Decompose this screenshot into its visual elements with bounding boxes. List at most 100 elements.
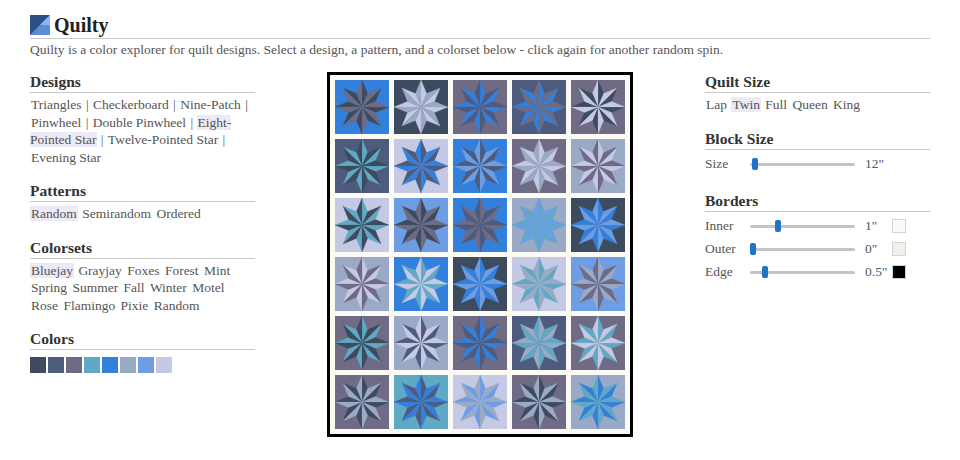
quilt-size-section: Quilt SizeLap Twin Full Queen King [705,72,930,114]
colorset-item[interactable]: Summer [71,280,119,295]
border-color-swatch[interactable] [892,242,906,256]
borders-heading: Borders [705,191,930,212]
colorset-item[interactable]: Motel [191,280,225,295]
slider-thumb[interactable] [775,220,781,232]
colorset-item[interactable]: Rose [30,298,59,313]
slider-track [750,163,855,166]
color-swatch [120,357,136,373]
quilt-size-item[interactable]: Queen [791,97,828,112]
slider-label: Inner [705,216,750,236]
quilt-block [394,139,448,193]
design-list: Triangles | Checkerboard | Nine-Patch | … [30,96,255,166]
left-panel: DesignsTriangles | Checkerboard | Nine-P… [30,72,255,437]
quilt-size-list: Lap Twin Full Queen King [705,96,930,114]
design-item[interactable]: Evening Star [30,150,102,165]
quilt-block [571,139,625,193]
slider-reading: 0.5" [865,262,892,282]
quilt-block [335,198,389,252]
pattern-list: Random Semirandom Ordered [30,205,255,223]
slider-reading: 12" [865,154,892,174]
design-item[interactable]: Double Pinwheel [92,115,187,130]
description: Quilty is a color explorer for quilt des… [30,42,930,58]
colorset-item[interactable]: Winter [149,280,188,295]
slider-thumb[interactable] [750,243,756,255]
quilt-block [512,257,566,311]
design-item[interactable]: Checkerboard [92,97,170,112]
quilt-block [571,80,625,134]
quilt-block [394,80,448,134]
quilt-block [394,375,448,429]
slider-thumb[interactable] [762,266,768,278]
colorset-item[interactable]: Grayjay [77,263,122,278]
design-item[interactable]: Triangles [30,97,83,112]
design-item[interactable]: Pinwheel [30,115,82,130]
colorset-item[interactable]: Fall [123,280,146,295]
border-row: Inner 1" [705,215,930,238]
color-swatches [30,353,255,373]
color-swatch [102,357,118,373]
separator: | [223,132,226,147]
separator: | [86,97,89,112]
slider[interactable] [750,265,855,279]
colorset-item[interactable]: Foxes [126,263,160,278]
quilt-block [394,198,448,252]
separator: | [86,115,89,130]
border-row: Outer0" [705,238,930,261]
slider-track [750,225,855,228]
quilt-block [512,198,566,252]
colorset-item[interactable]: Forest [164,263,200,278]
quilt-block [453,139,507,193]
colorset-item[interactable]: Pixie [120,298,150,313]
pattern-item[interactable]: Ordered [156,206,202,221]
slider-thumb[interactable] [752,158,758,170]
quilt-block [453,80,507,134]
quilt-block [571,257,625,311]
quilt-block [453,257,507,311]
design-item[interactable]: Twelve-Pointed Star [107,132,219,147]
slider[interactable] [750,219,855,233]
pattern-item[interactable]: Random [30,206,78,221]
slider[interactable] [750,242,855,256]
color-swatch [84,357,100,373]
colorset-item[interactable]: Mint [203,263,231,278]
quilt-block [512,139,566,193]
colorset-item[interactable]: Random [153,298,201,313]
border-color-swatch[interactable] [892,265,906,279]
patterns-heading: Patterns [30,181,255,202]
colorset-list: Bluejay Grayjay Foxes Forest Mint Spring… [30,262,255,315]
colorsets-heading: Colorsets [30,238,255,259]
color-swatch [138,357,154,373]
quilt-block [394,316,448,370]
colorset-item[interactable]: Flamingo [62,298,116,313]
separator: | [245,97,248,112]
block-size-section: Block SizeSize12" [705,129,930,176]
quilt-block [335,316,389,370]
quilt-size-item[interactable]: Lap [705,97,728,112]
quilt-block [512,375,566,429]
quilt-size-item[interactable]: Full [764,97,788,112]
colorset-item[interactable]: Bluejay [30,263,74,278]
quilt-block [335,257,389,311]
quilt-block [453,198,507,252]
separator: | [173,97,176,112]
slider[interactable] [750,157,855,171]
quilt-size-item[interactable]: Twin [731,97,761,112]
separator: | [101,132,104,147]
colors-heading: Colors [30,329,255,350]
colorsets-section: Colorsets Bluejay Grayjay Foxes Forest Mi… [30,238,255,315]
color-swatch [156,357,172,373]
quilt-area [255,72,705,437]
slider-label: Outer [705,239,750,259]
slider-reading: 1" [865,216,892,236]
pattern-item[interactable]: Semirandom [81,206,152,221]
quilt-block [335,375,389,429]
colorset-item[interactable]: Spring [30,280,68,295]
color-swatch [66,357,82,373]
slider-label: Size [705,154,750,174]
quilt-size-item[interactable]: King [832,97,861,112]
header: Quilty [30,14,930,39]
design-item[interactable]: Nine-Patch [179,97,242,112]
quilt-block [453,375,507,429]
patterns-section: Patterns Random Semirandom Ordered [30,181,255,223]
border-color-swatch[interactable] [892,219,906,233]
